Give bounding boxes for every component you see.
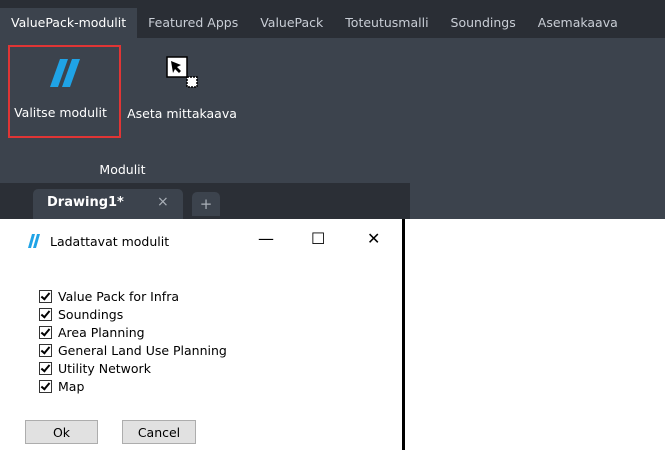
modules-dialog: Ladattavat modulit — ☐ ✕ Value Pack for … xyxy=(0,219,405,450)
ribbon-group-label: Modulit xyxy=(99,162,146,177)
valuepack-logo-icon xyxy=(45,53,85,93)
module-label: Map xyxy=(58,378,85,394)
module-label: General Land Use Planning xyxy=(58,342,227,358)
module-label: Area Planning xyxy=(58,324,145,340)
new-drawing-button[interactable]: + xyxy=(192,192,220,216)
ribbon-tab-bar: ValuePack-modulit Featured Apps ValuePac… xyxy=(0,0,665,38)
module-checkbox-soundings[interactable]: Soundings xyxy=(39,305,227,323)
ribbon-panel: Valitse modulit Aseta mittakaava Modulit xyxy=(0,38,665,181)
dialog-title: Ladattavat modulit xyxy=(50,234,170,249)
valitse-modulit-label: Valitse modulit xyxy=(14,105,107,120)
tab-valuepack[interactable]: ValuePack xyxy=(249,8,334,38)
module-label: Value Pack for Infra xyxy=(58,288,179,304)
checkbox-checked[interactable] xyxy=(39,289,52,303)
aseta-mittakaava-button[interactable]: Aseta mittakaava xyxy=(127,46,237,146)
close-button[interactable]: ✕ xyxy=(367,229,380,248)
cancel-button[interactable]: Cancel xyxy=(122,420,196,444)
checkbox-checked[interactable] xyxy=(39,361,52,375)
valuepack-logo-icon xyxy=(27,233,41,253)
module-checkbox-general-land-use-planning[interactable]: General Land Use Planning xyxy=(39,341,227,359)
tab-drawing1[interactable]: Drawing1* × xyxy=(33,189,183,219)
tab-soundings[interactable]: Soundings xyxy=(440,8,527,38)
scale-cursor-icon xyxy=(162,52,202,92)
checkbox-checked[interactable] xyxy=(39,307,52,321)
checkbox-checked[interactable] xyxy=(39,379,52,393)
drawing-tab-label: Drawing1* xyxy=(47,195,124,210)
module-label: Soundings xyxy=(58,306,124,322)
module-checkbox-value-pack-for-infra[interactable]: Value Pack for Infra xyxy=(39,287,227,305)
module-label: Utility Network xyxy=(58,360,151,376)
ok-button[interactable]: Ok xyxy=(25,420,98,444)
tab-featured-apps[interactable]: Featured Apps xyxy=(137,8,249,38)
checkbox-checked[interactable] xyxy=(39,325,52,339)
maximize-button[interactable]: ☐ xyxy=(311,229,325,248)
module-checkbox-utility-network[interactable]: Utility Network xyxy=(39,359,227,377)
aseta-mittakaava-label: Aseta mittakaava xyxy=(127,106,237,121)
tab-toteutusmalli[interactable]: Toteutusmalli xyxy=(334,8,439,38)
module-checkbox-map[interactable]: Map xyxy=(39,377,227,395)
checkbox-checked[interactable] xyxy=(39,343,52,357)
module-checkbox-area-planning[interactable]: Area Planning xyxy=(39,323,227,341)
module-checklist: Value Pack for Infra Soundings Area Plan… xyxy=(39,287,227,395)
drawing-area-background xyxy=(410,181,665,219)
tab-asemakaava[interactable]: Asemakaava xyxy=(527,8,629,38)
close-icon[interactable]: × xyxy=(157,194,169,210)
valitse-modulit-button[interactable]: Valitse modulit xyxy=(8,45,121,138)
minimize-button[interactable]: — xyxy=(258,229,274,248)
tab-valuepack-modulit[interactable]: ValuePack-modulit xyxy=(0,8,138,38)
drawing-tab-bar: Drawing1* × + xyxy=(0,181,665,219)
